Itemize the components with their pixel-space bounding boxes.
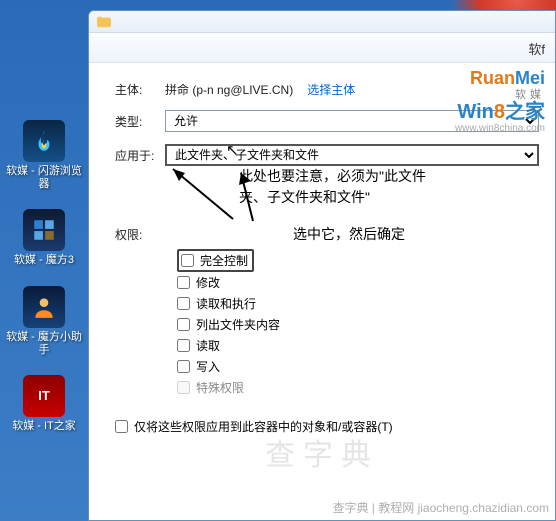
permission-full-control[interactable]: 完全控制 (177, 249, 254, 272)
brand-watermark: RuanMei 软媒 Win8之家 www.win8china.com (455, 69, 545, 134)
bottom-watermark: 查字典 | 教程网 jiaocheng.chazidian.com (332, 499, 549, 516)
permission-form: 主体: 拼命 (p-n ng@LIVE.CN) 选择主体 ↖ 类型: 允许 应用… (89, 63, 555, 435)
permission-annotation: 选中它，然后确定 (293, 224, 405, 244)
it-icon: IT (23, 375, 65, 417)
annotation-line1: 此处也要注意，必须为"此文件 (239, 168, 426, 184)
perm-text: 修改 (196, 274, 220, 291)
explorer-address-bar: 软f (89, 33, 555, 63)
annotation-arrow (163, 159, 283, 229)
ruanmei-sub: 软媒 (455, 89, 545, 101)
apply-only-label: 仅将这些权限应用到此容器中的对象和/或容器(T) (134, 418, 393, 435)
checkbox-full-control[interactable] (181, 254, 194, 267)
applies-annotation: 此处也要注意，必须为"此文件 夹、子文件夹和文件" (239, 166, 426, 208)
center-watermark: 查字典 (89, 430, 555, 474)
annotation-line2: 夹、子文件夹和文件" (239, 189, 370, 205)
permission-modify[interactable]: 修改 (177, 272, 539, 293)
principal-value: 拼命 (p-n ng@LIVE.CN) (165, 81, 293, 98)
perm-text: 写入 (196, 358, 220, 375)
select-principal-link[interactable]: 选择主体 (307, 81, 355, 98)
flame-icon (23, 120, 65, 162)
desktop-icon-label: 软媒 - IT之家 (4, 420, 84, 433)
desktop-area: 软媒 - 闪游浏览器 软媒 - 魔方3 软媒 - 魔方小助手 IT 软媒 - I… (0, 0, 88, 521)
perm-text: 列出文件夹内容 (196, 316, 280, 333)
desktop-icon-flash-browser[interactable]: 软媒 - 闪游浏览器 (4, 120, 84, 191)
desktop-icon-label: 软媒 - 魔方小助手 (4, 331, 84, 357)
perm-text: 完全控制 (200, 252, 248, 269)
permission-special: 特殊权限 (177, 377, 539, 398)
win8-logo: Win8之家 (455, 101, 545, 123)
type-label: 类型: (115, 113, 165, 130)
permission-read-execute[interactable]: 读取和执行 (177, 293, 539, 314)
applies-to-row: 应用于: 此文件夹、子文件夹和文件 (115, 144, 539, 166)
perm-text: 读取 (196, 337, 220, 354)
desktop-icon-mofang3[interactable]: 软媒 - 魔方3 (4, 209, 84, 267)
principal-label: 主体: (115, 81, 165, 98)
permission-read[interactable]: 读取 (177, 335, 539, 356)
win8-url: www.win8china.com (455, 123, 545, 134)
permission-list-folder[interactable]: 列出文件夹内容 (177, 314, 539, 335)
ruanmei-logo: RuanMei (455, 69, 545, 89)
apply-only-row[interactable]: 仅将这些权限应用到此容器中的对象和/或容器(T) (115, 418, 539, 435)
checkbox-write[interactable] (177, 360, 190, 373)
desktop-icon-ithome[interactable]: IT 软媒 - IT之家 (4, 375, 84, 433)
checkbox-apply-only[interactable] (115, 420, 128, 433)
perm-text: 读取和执行 (196, 295, 256, 312)
applies-label: 应用于: (115, 147, 165, 164)
permission-write[interactable]: 写入 (177, 356, 539, 377)
folder-icon (97, 16, 111, 28)
person-icon (23, 286, 65, 328)
checkbox-read[interactable] (177, 339, 190, 352)
checkbox-modify[interactable] (177, 276, 190, 289)
cube-icon (23, 209, 65, 251)
permissions-window: 软f 主体: 拼命 (p-n ng@LIVE.CN) 选择主体 ↖ 类型: 允许… (88, 10, 556, 521)
desktop-icon-label: 软媒 - 闪游浏览器 (4, 165, 84, 191)
checkbox-read-execute[interactable] (177, 297, 190, 310)
explorer-title: 软f (528, 42, 545, 57)
perm-text: 特殊权限 (196, 379, 244, 396)
checkbox-special (177, 381, 190, 394)
desktop-icon-helper[interactable]: 软媒 - 魔方小助手 (4, 286, 84, 357)
checkbox-list-folder[interactable] (177, 318, 190, 331)
permissions-list: 完全控制 修改 读取和执行 列出文件夹内容 读取 (177, 249, 539, 398)
desktop-icon-label: 软媒 - 魔方3 (4, 254, 84, 267)
window-titlebar[interactable] (89, 11, 555, 33)
applies-to-select[interactable]: 此文件夹、子文件夹和文件 (165, 144, 539, 166)
permissions-section: 权限: 选中它，然后确定 完全控制 修改 读取和执行 列出文件夹内容 (115, 226, 539, 398)
